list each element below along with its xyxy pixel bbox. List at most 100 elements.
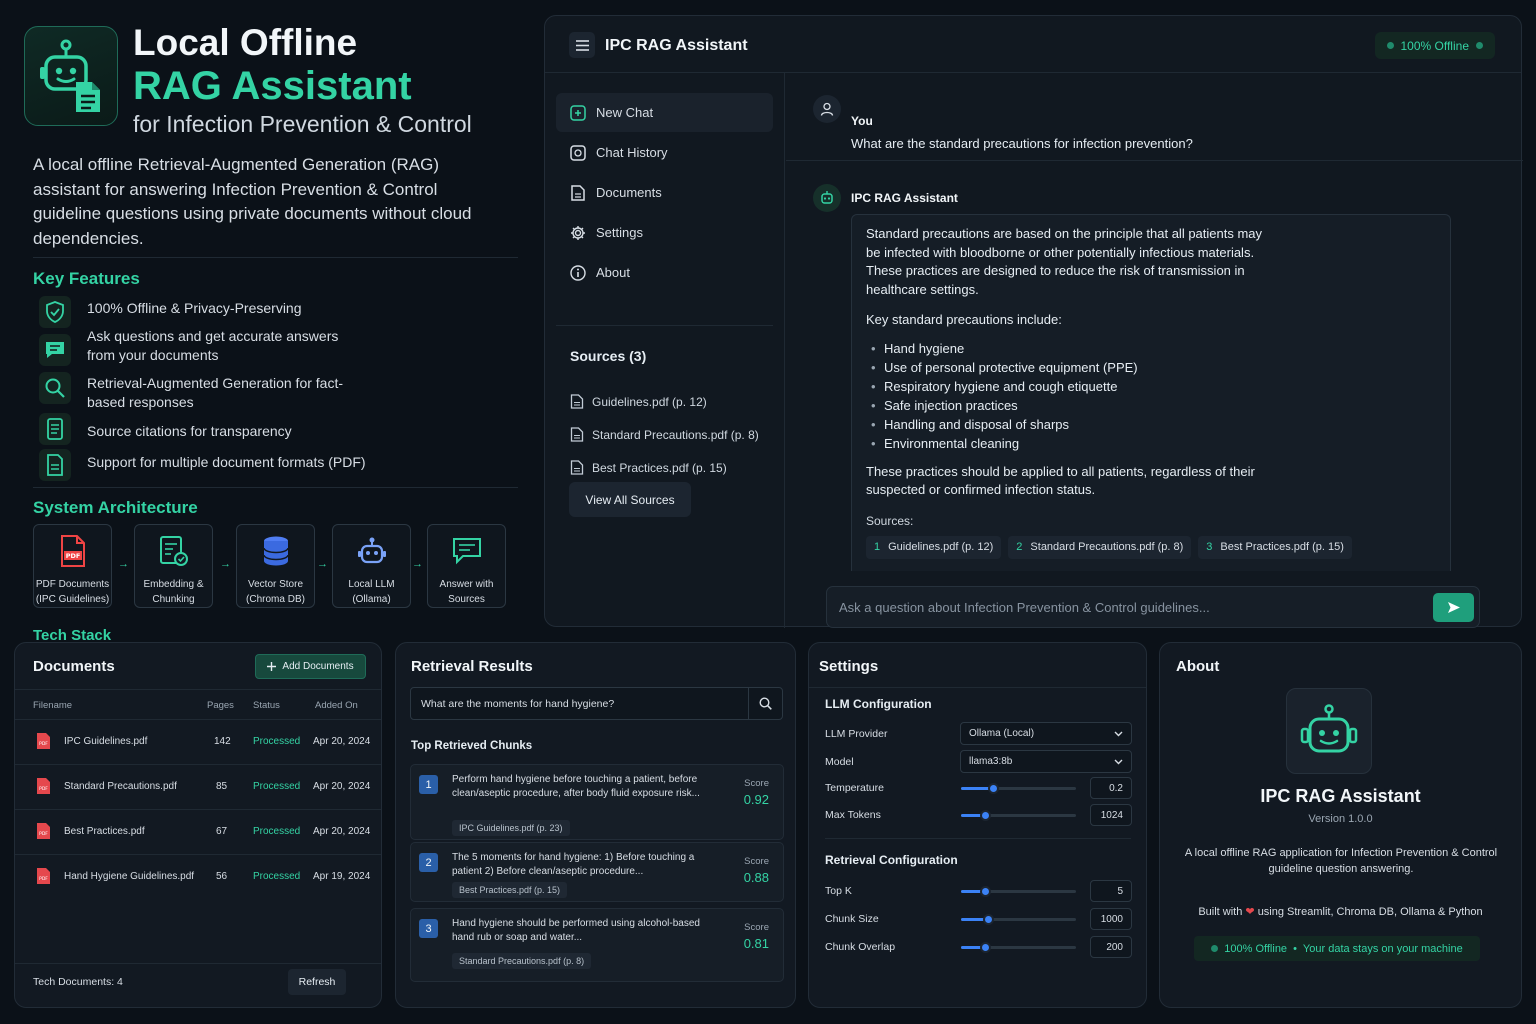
- nav-about[interactable]: About: [556, 253, 773, 292]
- send-button[interactable]: [1433, 593, 1474, 622]
- llm-provider-select[interactable]: Ollama (Local): [960, 722, 1132, 745]
- nav-settings[interactable]: Settings: [556, 213, 773, 252]
- file-icon: [570, 394, 584, 409]
- chat-icon: [39, 334, 71, 366]
- status-badge: Processed: [253, 871, 301, 882]
- nav-new-chat[interactable]: New Chat: [556, 93, 773, 132]
- chunk-size-slider[interactable]: [961, 914, 1076, 925]
- documents-icon: [571, 184, 585, 201]
- chat-window-title: IPC RAG Assistant: [605, 37, 748, 54]
- hero-title-line1: Local Offline: [133, 22, 358, 63]
- arch-step-sublabel: Chunking: [152, 594, 195, 605]
- doc-pages: 67: [216, 826, 228, 837]
- chunk-source: IPC Guidelines.pdf (p. 23): [452, 820, 570, 836]
- retrieval-config-title: Retrieval Configuration: [825, 853, 958, 867]
- status-dot-icon: [1476, 42, 1483, 49]
- doc-pages: 56: [216, 871, 228, 882]
- chevron-down-icon: [1114, 759, 1123, 765]
- svg-text:PDF: PDF: [65, 552, 80, 560]
- nav-chat-history[interactable]: Chat History: [556, 133, 773, 172]
- chunk-rank: 1: [419, 775, 438, 794]
- file-icon: [39, 449, 71, 481]
- temperature-slider[interactable]: [961, 783, 1076, 794]
- answer-list-item: Safe injection practices: [866, 396, 1436, 415]
- chunk-size-input[interactable]: 1000: [1090, 908, 1132, 930]
- top-k-input[interactable]: 5: [1090, 880, 1132, 902]
- source-item[interactable]: Standard Precautions.pdf (p. 8): [570, 427, 759, 442]
- chunk-overlap-input[interactable]: 200: [1090, 936, 1132, 958]
- table-row[interactable]: PDF Best Practices.pdf 67 Processed Apr …: [15, 809, 381, 854]
- doc-added: Apr 20, 2024: [313, 781, 371, 792]
- about-description: A local offline RAG application for Infe…: [1184, 847, 1498, 875]
- slider-handle[interactable]: [979, 886, 991, 897]
- arch-step-label: Vector Store: [247, 579, 304, 590]
- arch-step-sublabel: (Chroma DB): [246, 594, 305, 605]
- slider-handle[interactable]: [983, 914, 995, 925]
- arch-step-sublabel: (Ollama): [352, 594, 391, 605]
- feature-citations: Source citations for transparency: [87, 423, 292, 439]
- table-row[interactable]: PDF Hand Hygiene Guidelines.pdf 56 Proce…: [15, 854, 381, 899]
- retrieved-chunk[interactable]: 1 Perform hand hygiene before touching a…: [410, 764, 784, 840]
- file-icon: [570, 427, 584, 442]
- column-header-added[interactable]: Added On: [315, 700, 358, 711]
- retrieved-chunk[interactable]: 3 Hand hygiene should be performed using…: [410, 908, 784, 982]
- info-icon: [570, 264, 586, 281]
- source-label: Standard Precautions.pdf (p. 8): [592, 427, 759, 442]
- chunk-text: The 5 moments for hand hygiene: 1) Befor…: [452, 852, 695, 877]
- slider-handle[interactable]: [979, 810, 991, 821]
- chat-input[interactable]: Ask a question about Infection Preventio…: [826, 586, 1480, 628]
- pdf-icon: PDF: [37, 778, 50, 794]
- column-header-status[interactable]: Status: [253, 700, 280, 711]
- nav-documents[interactable]: Documents: [556, 173, 773, 212]
- column-header-filename[interactable]: Filename: [33, 700, 72, 711]
- table-row[interactable]: PDF Standard Precautions.pdf 85 Processe…: [15, 764, 381, 809]
- llm-provider-label: LLM Provider: [825, 728, 888, 740]
- llm-provider-value: Ollama (Local): [969, 728, 1035, 739]
- doc-added: Apr 19, 2024: [313, 871, 371, 882]
- slider-handle[interactable]: [987, 783, 999, 794]
- model-select[interactable]: llama3:8b: [960, 750, 1132, 773]
- table-row[interactable]: PDF IPC Guidelines.pdf 142 Processed Apr…: [15, 719, 381, 764]
- retrieval-search-input[interactable]: What are the moments for hand hygiene?: [410, 687, 783, 720]
- separator: •: [1293, 942, 1297, 955]
- add-documents-button[interactable]: Add Documents: [255, 654, 366, 679]
- divider: [15, 963, 381, 964]
- robot-icon: [357, 533, 387, 569]
- retrieval-title: Retrieval Results: [411, 658, 533, 675]
- source-chip[interactable]: 1 Guidelines.pdf (p. 12): [866, 536, 1002, 559]
- about-app-name: IPC RAG Assistant: [1260, 786, 1421, 806]
- status-badge: Processed: [253, 826, 301, 837]
- divider: [15, 689, 381, 690]
- divider: [556, 325, 773, 326]
- view-all-sources-button[interactable]: View All Sources: [569, 482, 691, 517]
- arch-step-sublabel: (IPC Guidelines): [35, 594, 110, 605]
- pdf-icon: PDF: [37, 868, 50, 884]
- max-tokens-slider[interactable]: [961, 810, 1076, 821]
- doc-filename: IPC Guidelines.pdf: [64, 736, 148, 747]
- top-k-slider[interactable]: [961, 886, 1076, 897]
- documents-title: Documents: [33, 658, 115, 675]
- column-header-pages[interactable]: Pages: [207, 700, 234, 711]
- refresh-button[interactable]: Refresh: [288, 969, 346, 995]
- chunk-overlap-slider[interactable]: [961, 942, 1076, 953]
- about-built-with: Built with ❤ using Streamlit, Chroma DB,…: [1160, 905, 1521, 918]
- source-chip[interactable]: 2 Standard Precautions.pdf (p. 8): [1008, 536, 1192, 559]
- source-item[interactable]: Best Practices.pdf (p. 15): [570, 460, 727, 475]
- about-title: About: [1176, 658, 1220, 675]
- chat-input-placeholder: Ask a question about Infection Preventio…: [839, 599, 1210, 615]
- source-chip[interactable]: 3 Best Practices.pdf (p. 15): [1198, 536, 1352, 559]
- slider-handle[interactable]: [979, 942, 991, 953]
- settings-title: Settings: [819, 658, 879, 675]
- top-k-label: Top K: [825, 885, 852, 897]
- temperature-input[interactable]: 0.2: [1090, 777, 1132, 799]
- shield-check-icon: [39, 296, 71, 328]
- answer-list-item: Respiratory hygiene and cough etiquette: [866, 377, 1436, 396]
- doc-pages: 85: [216, 781, 228, 792]
- arch-step-label: Local LLM: [348, 579, 395, 590]
- assistant-name: IPC RAG Assistant: [851, 191, 958, 205]
- retrieved-chunk[interactable]: 2 The 5 moments for hand hygiene: 1) Bef…: [410, 842, 784, 902]
- source-item[interactable]: Guidelines.pdf (p. 12): [570, 394, 707, 409]
- max-tokens-input[interactable]: 1024: [1090, 804, 1132, 826]
- search-button[interactable]: [748, 688, 782, 719]
- hamburger-menu-icon[interactable]: [569, 32, 595, 58]
